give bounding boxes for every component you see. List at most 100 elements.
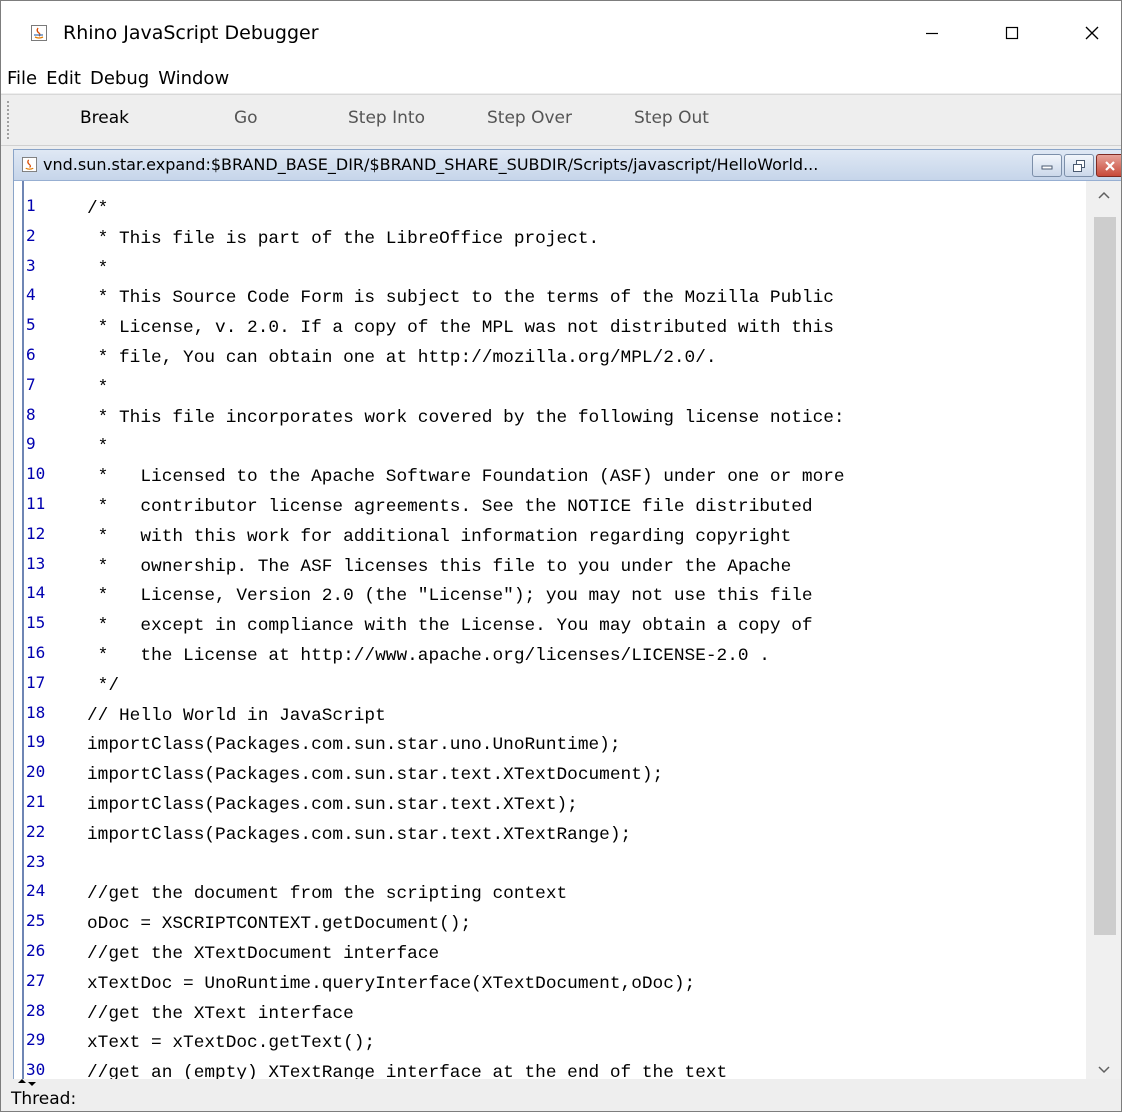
line-number[interactable]: 21 bbox=[26, 792, 45, 811]
step-over-button[interactable]: Step Over bbox=[487, 108, 572, 128]
code-line: 11 * contributor license agreements. See… bbox=[14, 494, 1086, 524]
line-number[interactable]: 13 bbox=[26, 554, 45, 573]
close-button[interactable] bbox=[1069, 15, 1115, 51]
toolbar-grip[interactable] bbox=[6, 100, 10, 140]
step-into-button[interactable]: Step Into bbox=[348, 108, 425, 128]
line-number[interactable]: 15 bbox=[26, 613, 45, 632]
code-line: 23 bbox=[14, 852, 1086, 882]
line-number[interactable]: 23 bbox=[26, 852, 45, 871]
go-button[interactable]: Go bbox=[234, 108, 258, 128]
line-number[interactable]: 29 bbox=[26, 1030, 45, 1049]
source-minimize-button[interactable] bbox=[1032, 154, 1062, 177]
status-area: Thread: bbox=[1, 1087, 1121, 1111]
line-number[interactable]: 11 bbox=[26, 494, 45, 513]
source-restore-button[interactable] bbox=[1064, 154, 1094, 177]
line-number[interactable]: 7 bbox=[26, 375, 36, 394]
line-source: * bbox=[87, 258, 109, 279]
line-number[interactable]: 27 bbox=[26, 971, 45, 990]
toolbar: Break Go Step Into Step Over Step Out bbox=[1, 94, 1121, 146]
line-source: oDoc = XSCRIPTCONTEXT.getDocument(); bbox=[87, 914, 472, 935]
line-number[interactable]: 4 bbox=[26, 285, 36, 304]
debugger-window: Rhino JavaScript Debugger File Edit Debu… bbox=[0, 0, 1122, 1112]
line-source: * contributor license agreements. See th… bbox=[87, 496, 813, 517]
minimize-icon bbox=[1041, 165, 1053, 169]
line-number[interactable]: 30 bbox=[26, 1060, 45, 1079]
line-number[interactable]: 19 bbox=[26, 732, 45, 751]
line-number[interactable]: 1 bbox=[26, 196, 36, 215]
line-source: importClass(Packages.com.sun.star.text.X… bbox=[87, 794, 578, 815]
code-line: 14 * License, Version 2.0 (the "License"… bbox=[14, 583, 1086, 613]
close-icon bbox=[1085, 26, 1099, 40]
java-app-icon bbox=[31, 25, 47, 41]
code-line: 16 * the License at http://www.apache.or… bbox=[14, 643, 1086, 673]
line-number[interactable]: 22 bbox=[26, 822, 45, 841]
line-number[interactable]: 14 bbox=[26, 583, 45, 602]
line-source: * bbox=[87, 377, 109, 398]
code-line: 17 */ bbox=[14, 673, 1086, 703]
scrollbar-thumb[interactable] bbox=[1094, 217, 1116, 935]
code-line: 21 importClass(Packages.com.sun.star.text… bbox=[14, 792, 1086, 822]
vertical-scrollbar[interactable] bbox=[1086, 181, 1121, 1084]
chevron-down-icon bbox=[1098, 1066, 1110, 1074]
line-source: * file, You can obtain one at http://moz… bbox=[87, 347, 717, 368]
menu-edit[interactable]: Edit bbox=[46, 68, 81, 89]
menu-debug[interactable]: Debug bbox=[90, 68, 149, 89]
line-number[interactable]: 25 bbox=[26, 911, 45, 930]
line-number[interactable]: 17 bbox=[26, 673, 45, 692]
code-line: 24 //get the document from the scripting … bbox=[14, 881, 1086, 911]
line-source: * ownership. The ASF licenses this file … bbox=[87, 556, 792, 577]
line-number[interactable]: 12 bbox=[26, 524, 45, 543]
line-number[interactable]: 20 bbox=[26, 762, 45, 781]
code-line: 5 * License, v. 2.0. If a copy of the MP… bbox=[14, 315, 1086, 345]
line-number[interactable]: 10 bbox=[26, 464, 45, 483]
scroll-up-button[interactable] bbox=[1086, 181, 1121, 209]
source-window-title-bar[interactable]: vnd.sun.star.expand:$BRAND_BASE_DIR/$BRA… bbox=[14, 150, 1121, 181]
chevron-up-icon bbox=[1098, 191, 1110, 199]
code-line: 29 xText = xTextDoc.getText(); bbox=[14, 1030, 1086, 1060]
maximize-button[interactable] bbox=[989, 15, 1035, 51]
code-line: 7 * bbox=[14, 375, 1086, 405]
restore-icon bbox=[1073, 159, 1085, 172]
line-number[interactable]: 2 bbox=[26, 226, 36, 245]
line-source: xTextDoc = UnoRuntime.queryInterface(XTe… bbox=[87, 973, 696, 994]
line-source: */ bbox=[87, 675, 120, 696]
line-number[interactable]: 24 bbox=[26, 881, 45, 900]
line-number[interactable]: 5 bbox=[26, 315, 36, 334]
code-line: 20 importClass(Packages.com.sun.star.text… bbox=[14, 762, 1086, 792]
window-title: Rhino JavaScript Debugger bbox=[63, 22, 319, 44]
menu-file[interactable]: File bbox=[7, 68, 37, 89]
line-number[interactable]: 26 bbox=[26, 941, 45, 960]
line-source: // Hello World in JavaScript bbox=[87, 705, 386, 726]
thread-label: Thread: bbox=[11, 1089, 77, 1109]
line-number[interactable]: 9 bbox=[26, 434, 36, 453]
code-line: 1 /* bbox=[14, 196, 1086, 226]
code-line: 26 //get the XTextDocument interface bbox=[14, 941, 1086, 971]
line-number[interactable]: 28 bbox=[26, 1001, 45, 1020]
line-source: * except in compliance with the License.… bbox=[87, 616, 813, 637]
split-pane-divider[interactable] bbox=[1, 1079, 1121, 1087]
source-window: vnd.sun.star.expand:$BRAND_BASE_DIR/$BRA… bbox=[13, 149, 1121, 1111]
line-number[interactable]: 18 bbox=[26, 703, 45, 722]
minimize-button[interactable] bbox=[909, 15, 955, 51]
line-source: //get the document from the scripting co… bbox=[87, 884, 568, 905]
menu-window[interactable]: Window bbox=[158, 68, 229, 89]
line-number[interactable]: 3 bbox=[26, 256, 36, 275]
line-source: * License, Version 2.0 (the "License"); … bbox=[87, 586, 813, 607]
line-source: * Licensed to the Apache Software Founda… bbox=[87, 467, 845, 488]
code-line: 4 * This Source Code Form is subject to … bbox=[14, 285, 1086, 315]
code-line: 25 oDoc = XSCRIPTCONTEXT.getDocument(); bbox=[14, 911, 1086, 941]
step-out-button[interactable]: Step Out bbox=[634, 108, 709, 128]
line-source: * This file incorporates work covered by… bbox=[87, 407, 845, 428]
line-number[interactable]: 16 bbox=[26, 643, 45, 662]
line-source: * This file is part of the LibreOffice p… bbox=[87, 228, 600, 249]
line-source: importClass(Packages.com.sun.star.text.X… bbox=[87, 765, 664, 786]
source-close-button[interactable] bbox=[1096, 154, 1121, 177]
line-number[interactable]: 6 bbox=[26, 345, 36, 364]
source-code-area[interactable]: 1 /* 2 * This file is part of the LibreOff… bbox=[14, 181, 1086, 1084]
code-lines: 1 /* 2 * This file is part of the LibreOff… bbox=[14, 196, 1086, 1084]
line-number[interactable]: 8 bbox=[26, 405, 36, 424]
code-line: 27 xTextDoc = UnoRuntime.queryInterface(X… bbox=[14, 971, 1086, 1001]
code-line: 8 * This file incorporates work covered … bbox=[14, 405, 1086, 435]
code-line: 6 * file, You can obtain one at http://m… bbox=[14, 345, 1086, 375]
break-button[interactable]: Break bbox=[80, 108, 129, 128]
